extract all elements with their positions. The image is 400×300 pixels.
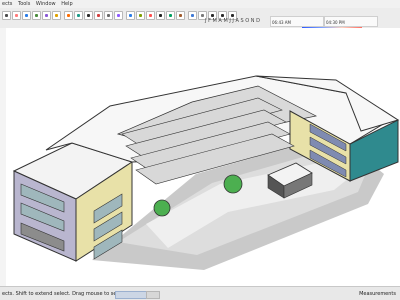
rectangle-icon[interactable] (42, 11, 51, 20)
planter-1 (223, 174, 243, 194)
time-label-1: 06:43 AM (272, 20, 291, 25)
planter-2 (153, 199, 171, 217)
3d-text-icon[interactable] (176, 11, 185, 20)
text-icon[interactable] (156, 11, 165, 20)
dimension-icon[interactable] (136, 11, 145, 20)
scale-icon[interactable] (104, 11, 113, 20)
eraser-icon[interactable] (12, 11, 21, 20)
axes-icon[interactable] (166, 11, 175, 20)
measurements-label: Measurements (359, 291, 396, 297)
select-icon[interactable] (2, 11, 11, 20)
menu-item-window[interactable]: Window (34, 0, 58, 8)
arc-icon[interactable] (32, 11, 41, 20)
main-toolbar: J F M A M J J A S O N D 06:43 AM 04:30 P… (0, 8, 400, 32)
protractor-icon[interactable] (146, 11, 155, 20)
building-model (12, 75, 400, 270)
shadow-month-row: J F M A M J J A S O N D (205, 18, 260, 24)
rotate-icon[interactable] (94, 11, 103, 20)
menu-item-objects[interactable]: ects (0, 0, 14, 8)
polygon-icon[interactable] (64, 11, 73, 20)
orbit-icon[interactable] (188, 11, 197, 20)
menu-item-help[interactable]: Help (59, 0, 74, 8)
menu-item-tools[interactable]: Tools (16, 0, 32, 8)
status-help-button[interactable] (146, 291, 160, 299)
move-icon[interactable] (84, 11, 93, 20)
status-bar: ects. Shift to extend select. Drag mouse… (0, 286, 400, 300)
line-icon[interactable] (22, 11, 31, 20)
sketchup-window: ects Tools Window Help J F M A M J J A S… (0, 0, 400, 300)
circle-icon[interactable] (52, 11, 61, 20)
tape-icon[interactable] (126, 11, 135, 20)
model-canvas[interactable] (6, 28, 400, 286)
offset-icon[interactable] (114, 11, 123, 20)
time-label-2: 04:30 PM (326, 20, 345, 25)
push-pull-icon[interactable] (74, 11, 83, 20)
status-info-button[interactable] (115, 291, 147, 299)
